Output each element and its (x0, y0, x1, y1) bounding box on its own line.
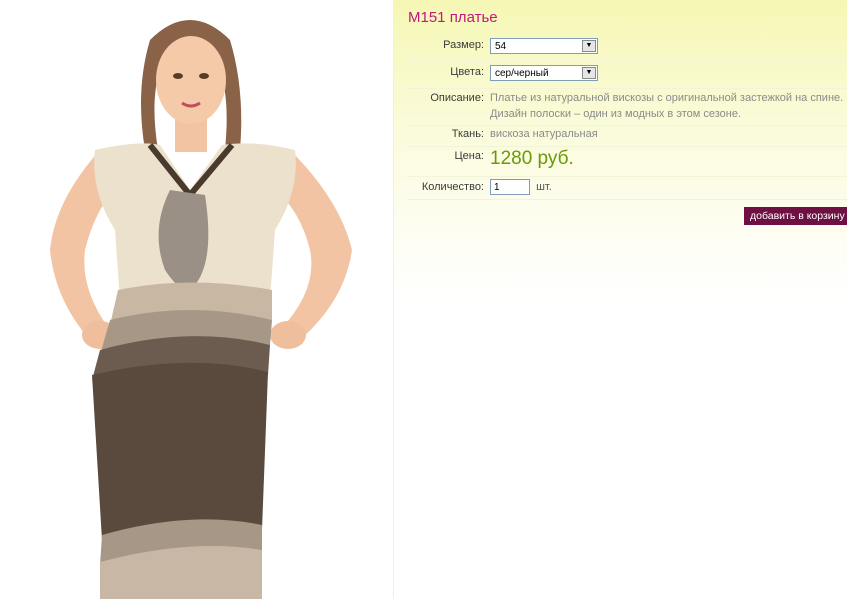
size-row: Размер: 54 ▼ (407, 35, 847, 61)
description-label: Описание: (430, 92, 484, 104)
color-label: Цвета: (450, 66, 484, 78)
quantity-label: Количество: (421, 181, 484, 193)
fabric-label: Ткань: (451, 128, 484, 140)
price-label: Цена: (454, 150, 484, 162)
chevron-down-icon[interactable]: ▼ (582, 40, 596, 52)
product-photo (0, 0, 394, 599)
quantity-row: Количество: шт. (407, 177, 847, 200)
size-select[interactable]: 54 ▼ (490, 38, 598, 54)
price-row: Цена: 1280 руб. (407, 147, 847, 177)
description-line: Дизайн полоски – один из модных в этом с… (490, 108, 742, 120)
description-row: Описание: Платье из натуральной вискозы … (407, 89, 847, 126)
size-select-value: 54 (495, 41, 507, 52)
add-to-cart-button[interactable]: добавить в корзину (744, 207, 847, 225)
color-row: Цвета: сер/черный ▼ (407, 61, 847, 89)
description-line: Платье из натуральной вискозы с оригинал… (490, 92, 844, 104)
quantity-input[interactable] (490, 179, 530, 195)
price-value: 1280 руб. (490, 148, 574, 169)
product-info-panel: M151 платье Размер: 54 ▼ Цвета: сер/черн… (394, 0, 847, 599)
size-label: Размер: (443, 39, 484, 51)
fabric-value: вискоза натуральная (490, 128, 598, 140)
product-title: M151 платье (408, 9, 498, 26)
model-illustration (50, 20, 352, 599)
color-select-value: сер/черный (495, 68, 549, 79)
color-select[interactable]: сер/черный ▼ (490, 65, 598, 81)
chevron-down-icon[interactable]: ▼ (582, 67, 596, 79)
fabric-row: Ткань: вискоза натуральная (407, 126, 847, 147)
description-text: Платье из натуральной вискозы с оригинал… (490, 90, 847, 122)
quantity-unit: шт. (536, 180, 552, 193)
